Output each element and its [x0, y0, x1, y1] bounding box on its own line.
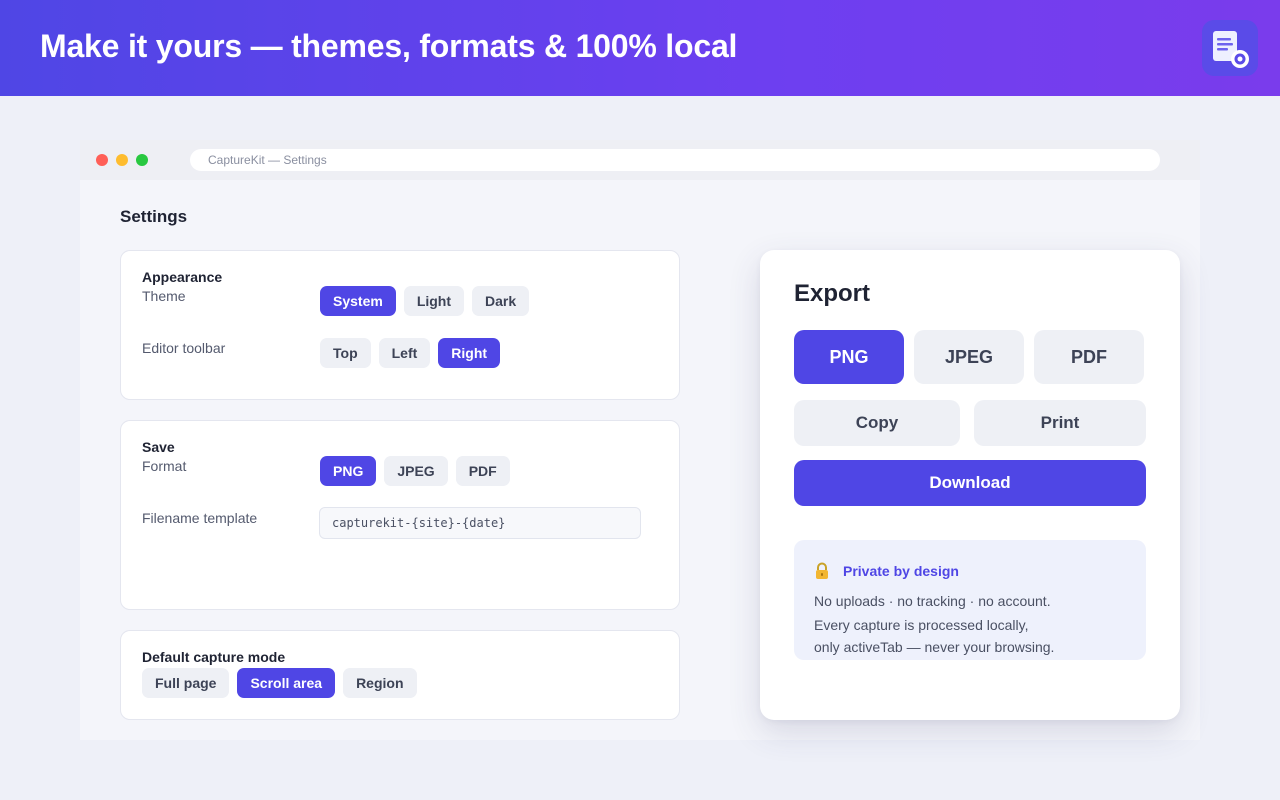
privacy-line-3: only activeTab — never your browsing.: [814, 639, 1055, 655]
capture-mode-full-page[interactable]: Full page: [142, 668, 230, 698]
capture-mode-selector: Full page Scroll area Region: [142, 668, 417, 698]
format-label: Format: [142, 458, 187, 474]
format-option-jpeg[interactable]: JPEG: [384, 456, 448, 486]
export-format-pdf-button[interactable]: PDF: [1034, 330, 1144, 384]
capture-mode-scroll-area[interactable]: Scroll area: [237, 668, 336, 698]
lock-icon: [816, 562, 828, 579]
toolbar-option-right[interactable]: Right: [438, 338, 501, 368]
filename-template-label: Filename template: [142, 510, 258, 526]
theme-label: Theme: [142, 288, 186, 304]
format-option-png[interactable]: PNG: [320, 456, 377, 486]
export-format-png-button[interactable]: PNG: [794, 330, 904, 384]
export-panel: Export PNG JPEG PDF Copy Print Download …: [760, 250, 1180, 720]
toolbar-option-top[interactable]: Top: [320, 338, 371, 368]
print-button[interactable]: Print: [974, 400, 1146, 446]
format-selector: PNG JPEG PDF: [320, 456, 510, 486]
save-title: Save: [142, 439, 175, 455]
banner-title: Make it yours — themes, formats & 100% l…: [40, 28, 738, 64]
save-card: Save Format PNG JPEG PDF Filename templa…: [120, 420, 680, 610]
theme-option-light[interactable]: Light: [403, 286, 465, 316]
theme-option-dark[interactable]: Dark: [472, 286, 530, 316]
export-format-jpeg-button[interactable]: JPEG: [914, 330, 1024, 384]
format-option-pdf[interactable]: PDF: [455, 456, 510, 486]
capture-mode-title: Default capture mode: [142, 649, 286, 665]
privacy-notice: Private by design No uploads · no tracki…: [794, 540, 1146, 660]
minimize-window-dot-icon[interactable]: [116, 154, 128, 166]
address-bar[interactable]: CaptureKit — Settings: [190, 149, 1160, 171]
capture-mode-region[interactable]: Region: [343, 668, 417, 698]
appearance-title: Appearance: [142, 269, 223, 285]
capture-mode-card: Default capture mode Full page Scroll ar…: [120, 630, 680, 720]
privacy-title: Private by design: [843, 563, 959, 579]
privacy-line-1: No uploads · no tracking · no account.: [814, 593, 1051, 609]
app-logo-icon: [1202, 20, 1258, 76]
copy-button[interactable]: Copy: [794, 400, 960, 446]
privacy-line-2: Every capture is processed locally,: [814, 617, 1029, 633]
theme-option-system[interactable]: System: [320, 286, 396, 316]
theme-selector: System Light Dark: [320, 286, 530, 316]
export-title: Export: [794, 280, 871, 307]
promo-banner: Make it yours — themes, formats & 100% l…: [0, 0, 1280, 96]
window-titlebar: CaptureKit — Settings: [80, 140, 1200, 180]
filename-template-input[interactable]: [319, 507, 641, 539]
maximize-window-dot-icon[interactable]: [136, 154, 148, 166]
download-button[interactable]: Download: [794, 460, 1146, 506]
close-window-dot-icon[interactable]: [96, 154, 108, 166]
appearance-card: Appearance Theme System Light Dark Edito…: [120, 250, 680, 400]
page-title: Settings: [120, 207, 188, 226]
toolbar-option-left[interactable]: Left: [378, 338, 431, 368]
toolbar-position-selector: Top Left Right: [320, 338, 501, 368]
editor-toolbar-label: Editor toolbar: [142, 340, 226, 356]
